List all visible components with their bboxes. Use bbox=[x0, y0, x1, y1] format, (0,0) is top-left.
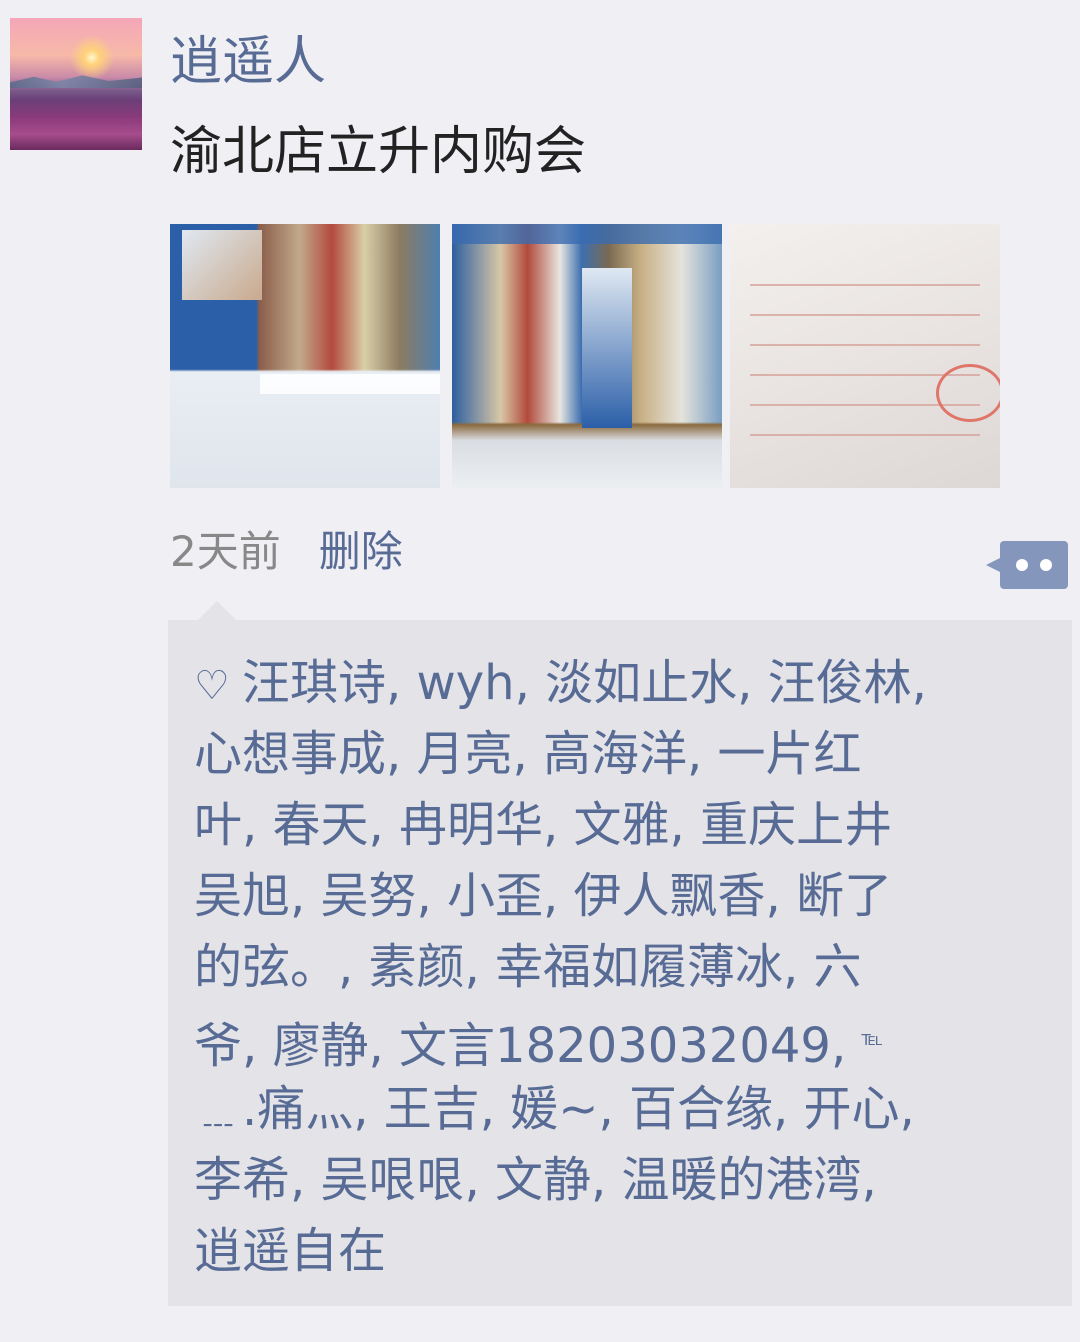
likes-line[interactable]: 汪琪诗, wyh, 淡如止水, 汪俊林, bbox=[242, 655, 927, 711]
avatar[interactable] bbox=[10, 18, 142, 150]
heart-outline-icon: ♡ bbox=[194, 663, 230, 709]
likes-pointer bbox=[198, 601, 236, 620]
likes-line[interactable]: ﹍.痛灬, 王吉, 媛~, 百合缘, 开心, bbox=[194, 1074, 1058, 1145]
likes-line[interactable]: 爷, 廖静, 文言18203032049, bbox=[194, 1018, 846, 1074]
post-text: 渝北店立升内购会 bbox=[170, 122, 587, 182]
dot-icon bbox=[1040, 559, 1052, 571]
dot-icon bbox=[1016, 559, 1028, 571]
likes-panel: ♡ 汪琪诗, wyh, 淡如止水, 汪俊林, 心想事成, 月亮, 高海洋, 一片红… bbox=[168, 620, 1072, 1306]
tel-suffix: ℡ bbox=[861, 1026, 883, 1050]
more-actions-button[interactable] bbox=[986, 541, 1068, 589]
likes-line[interactable]: 逍遥自在 bbox=[194, 1216, 1058, 1287]
post-photo-3[interactable] bbox=[730, 224, 1000, 488]
likes-line[interactable]: 心想事成, 月亮, 高海洋, 一片红 bbox=[194, 719, 1058, 790]
likes-line[interactable]: 叶, 春天, 冉明华, 文雅, 重庆上井 bbox=[194, 790, 1058, 861]
post-meta: 2天前 删除 bbox=[170, 520, 403, 584]
delete-button[interactable]: 删除 bbox=[319, 520, 403, 584]
post-photo-1[interactable] bbox=[170, 224, 440, 488]
post-time: 2天前 bbox=[170, 527, 281, 576]
likes-line[interactable]: 的弦。, 素颜, 幸福如履薄冰, 六 bbox=[194, 932, 1058, 1003]
likes-line[interactable]: 吴旭, 吴努, 小歪, 伊人飘香, 断了 bbox=[194, 861, 1058, 932]
post-photo-2[interactable] bbox=[452, 224, 722, 488]
author-name[interactable]: 逍遥人 bbox=[170, 26, 326, 98]
likes-line[interactable]: 李希, 吴哏哏, 文静, 温暖的港湾, bbox=[194, 1145, 1058, 1216]
